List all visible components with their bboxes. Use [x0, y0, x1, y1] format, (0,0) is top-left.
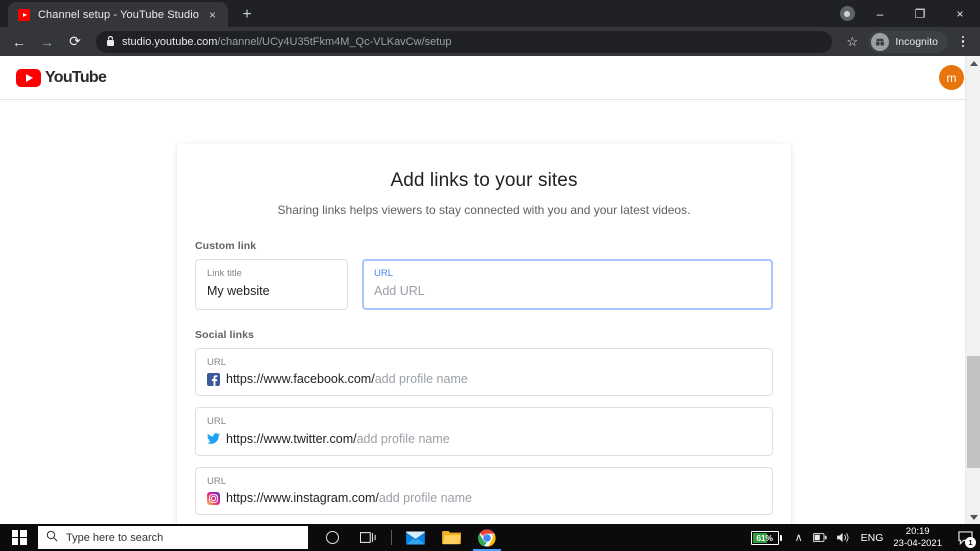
incognito-icon	[871, 32, 890, 51]
back-icon[interactable]: ←	[6, 29, 32, 55]
battery-indicator[interactable]: 61%	[750, 530, 782, 545]
instagram-url-placeholder: add profile name	[378, 491, 472, 506]
taskbar-search-input[interactable]: Type here to search	[38, 526, 308, 549]
mail-icon[interactable]	[397, 524, 433, 551]
clock[interactable]: 20:19 23-04-2021	[889, 526, 950, 550]
tab-strip: Channel setup - YouTube Studio × + – ❐ ×	[0, 0, 980, 27]
facebook-url-label: URL	[207, 357, 227, 369]
incognito-label: Incognito	[895, 35, 938, 48]
windows-start-icon	[11, 530, 27, 545]
show-hidden-icons-chevron[interactable]: ∧	[790, 531, 808, 544]
notifications-button[interactable]: 1	[950, 524, 980, 551]
volume-icon[interactable]	[832, 532, 855, 543]
clock-time: 20:19	[905, 525, 930, 537]
page-body: Add links to your sites Sharing links he…	[0, 100, 980, 524]
youtube-favicon-icon	[18, 8, 30, 21]
facebook-url-placeholder: add profile name	[374, 372, 468, 387]
notification-count-badge: 1	[965, 537, 976, 548]
facebook-url-prefix: https://www.facebook.com/	[226, 372, 375, 387]
start-button[interactable]	[0, 524, 38, 551]
battery-tip	[779, 534, 782, 541]
taskbar-divider	[391, 530, 392, 545]
custom-url-field[interactable]: URL Add URL	[362, 259, 773, 311]
browser-toolbar: ← → ⟳ studio.youtube.com/channel/UCy4U35…	[0, 27, 980, 56]
twitter-url-label: URL	[207, 416, 227, 428]
facebook-url-field[interactable]: URL https://www.facebook.com/add profile…	[195, 348, 773, 397]
instagram-url-label: URL	[207, 475, 227, 487]
taskbar-icons	[314, 524, 505, 551]
page-title: Add links to your sites	[390, 170, 578, 191]
browser-window: Channel setup - YouTube Studio × + – ❐ ×…	[0, 0, 980, 524]
reload-icon[interactable]: ⟳	[62, 29, 88, 55]
page-subtitle: Sharing links helps viewers to stay conn…	[277, 203, 691, 217]
task-view-icon[interactable]	[350, 524, 386, 551]
instagram-url-field[interactable]: URL https://www.instagram.com/add profil…	[195, 466, 773, 516]
tab-title: Channel setup - YouTube Studio	[38, 8, 199, 21]
twitter-url-placeholder: add profile name	[356, 431, 450, 446]
facebook-icon	[207, 372, 220, 386]
chrome-icon[interactable]	[469, 524, 505, 551]
twitter-url-field[interactable]: URL https://www.twitter.com/add profile …	[195, 407, 773, 456]
link-title-field[interactable]: Link title My website	[195, 259, 348, 311]
maximize-button[interactable]: ❐	[900, 0, 940, 27]
add-links-card: Add links to your sites Sharing links he…	[177, 144, 791, 524]
file-explorer-icon[interactable]	[433, 524, 469, 551]
twitter-icon	[207, 432, 220, 445]
browser-menu-icon[interactable]	[952, 30, 974, 54]
avatar[interactable]: m	[939, 65, 964, 90]
close-window-button[interactable]: ×	[940, 0, 980, 27]
scroll-down-icon[interactable]	[966, 510, 980, 524]
window-controls: – ❐ ×	[834, 0, 980, 27]
language-indicator[interactable]: ENG	[855, 532, 890, 544]
incognito-indicator[interactable]: Incognito	[868, 30, 948, 53]
url-domain: studio.youtube.com	[122, 35, 218, 48]
taskbar-search-placeholder: Type here to search	[66, 531, 164, 544]
page-scrollbar[interactable]	[965, 56, 980, 524]
link-title-value: My website	[207, 284, 270, 299]
close-tab-icon[interactable]: ×	[205, 7, 220, 22]
custom-url-placeholder: Add URL	[374, 284, 425, 299]
minimize-button[interactable]: –	[860, 0, 900, 27]
youtube-header: YouTube m	[0, 56, 980, 100]
page-viewport: YouTube m Add links to your sites Sharin…	[0, 56, 980, 524]
youtube-play-icon	[16, 68, 41, 87]
custom-url-label: URL	[374, 268, 394, 279]
facebook-url-value: https://www.facebook.com/add profile nam…	[226, 372, 468, 386]
bookmark-star-icon[interactable]: ☆	[840, 30, 864, 54]
url-path: /channel/UCy4U35tFkm4M_Qc-VLKavCw/setup	[217, 35, 452, 48]
twitter-url-value: https://www.twitter.com/add profile name	[226, 432, 450, 446]
forward-icon[interactable]: →	[34, 29, 60, 55]
battery-tray-icon[interactable]	[808, 533, 832, 542]
custom-link-row: Link title My website URL Add URL	[195, 259, 773, 311]
search-icon	[46, 530, 58, 545]
profile-chip-icon[interactable]	[834, 0, 860, 27]
windows-taskbar: Type here to search 61% ∧ ENG 20:19 23-0…	[0, 524, 980, 551]
battery-percent: 61%	[756, 532, 773, 543]
custom-link-section-label: Custom link	[195, 240, 257, 252]
scroll-up-icon[interactable]	[966, 56, 980, 70]
instagram-url-value: https://www.instagram.com/add profile na…	[226, 491, 472, 505]
youtube-logo-text: YouTube	[45, 68, 107, 86]
twitter-url-prefix: https://www.twitter.com/	[226, 431, 357, 446]
lock-icon	[106, 36, 115, 47]
scrollbar-thumb[interactable]	[967, 356, 980, 468]
system-tray: 61% ∧ ENG 20:19 23-04-2021 1	[750, 524, 980, 551]
browser-tab[interactable]: Channel setup - YouTube Studio ×	[8, 2, 228, 27]
address-bar[interactable]: studio.youtube.com/channel/UCy4U35tFkm4M…	[96, 30, 833, 53]
cortana-icon[interactable]	[314, 524, 350, 551]
new-tab-button[interactable]: +	[234, 2, 260, 27]
instagram-url-prefix: https://www.instagram.com/	[226, 491, 379, 506]
youtube-logo[interactable]: YouTube	[16, 68, 107, 87]
clock-date: 23-04-2021	[893, 537, 942, 549]
social-links-section-label: Social links	[195, 329, 254, 342]
link-title-label: Link title	[207, 268, 242, 279]
instagram-icon	[207, 491, 220, 505]
